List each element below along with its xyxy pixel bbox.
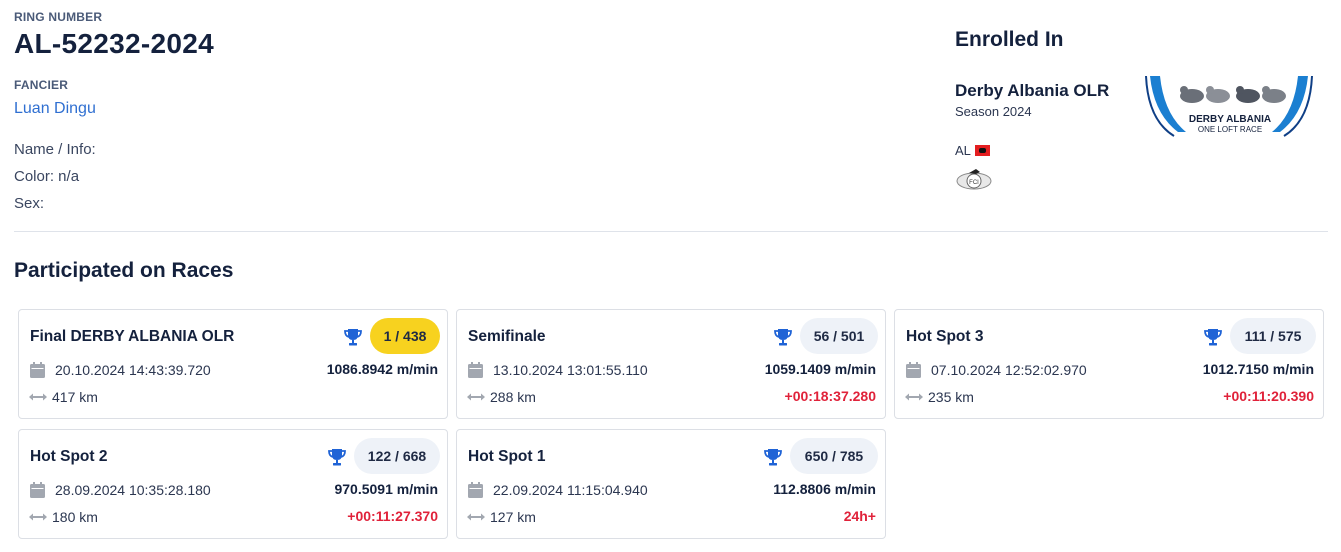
race-date: 07.10.2024 12:52:02.970 [931,362,1087,378]
distance-arrow-icon [467,513,485,521]
race-card[interactable]: Hot Spot 2 122 / 668 28.09.2024 10:35:28.1… [18,429,448,539]
derby-albania-logo[interactable]: DERBY ALBANIA ONE LOFT RACE [1144,74,1314,138]
sex-info: Sex: [14,195,45,212]
trophy-icon [1204,329,1222,346]
competition-name[interactable]: Derby Albania OLR [955,81,1109,101]
country: AL [955,143,990,158]
race-card[interactable]: Final DERBY ALBANIA OLR 1 / 438 20.10.2024… [18,309,448,419]
section-divider [14,231,1328,232]
race-delay: +00:11:20.390 [1223,388,1314,404]
race-card[interactable]: Hot Spot 1 650 / 785 22.09.2024 11:15:04.9… [456,429,886,539]
albania-flag-icon [974,145,990,156]
race-speed: 1059.1409 m/min [764,361,876,377]
derby-logo-sub-text: ONE LOFT RACE [1198,125,1262,134]
race-speed: 1012.7150 m/min [1202,361,1314,377]
ring-number: AL-52232-2024 [14,28,215,59]
race-speed: 970.5091 m/min [334,481,438,497]
distance-arrow-icon [29,513,47,521]
race-name[interactable]: Hot Spot 3 [906,328,984,346]
trophy-icon [774,329,792,346]
distance-arrow-icon [905,393,923,401]
race-distance: 180 km [52,509,98,525]
derby-logo-main-text: DERBY ALBANIA [1189,114,1271,125]
race-rank-badge: 1 / 438 [370,318,440,354]
color-info: Color: n/a [14,168,80,185]
trophy-icon [328,449,346,466]
race-card[interactable]: Hot Spot 3 111 / 575 07.10.2024 12:52:02.9… [894,309,1324,419]
race-delay: +00:18:37.280 [784,388,876,404]
calendar-icon [30,362,45,378]
calendar-icon [30,482,45,498]
calendar-icon [468,482,483,498]
race-name[interactable]: Hot Spot 2 [30,448,108,466]
race-name[interactable]: Hot Spot 1 [468,448,546,466]
race-speed: 112.8806 m/min [773,481,876,497]
fci-logo: FCI [956,169,992,190]
race-name[interactable]: Final DERBY ALBANIA OLR [30,328,234,346]
race-card[interactable]: Semifinale 56 / 501 13.10.2024 13:01:55.11… [456,309,886,419]
race-rank-badge: 650 / 785 [790,438,878,474]
fancier-link[interactable]: Luan Dingu [14,100,96,118]
race-name[interactable]: Semifinale [468,328,546,346]
race-date: 20.10.2024 14:43:39.720 [55,362,211,378]
fancier-label: FANCIER [14,78,69,92]
race-delay: +00:11:27.370 [347,508,438,524]
trophy-icon [764,449,782,466]
calendar-icon [468,362,483,378]
race-date: 13.10.2024 13:01:55.110 [493,362,648,378]
race-distance: 417 km [52,389,98,405]
race-speed: 1086.8942 m/min [326,361,438,377]
country-code: AL [955,143,971,158]
calendar-icon [906,362,921,378]
fci-logo-text: FCI [969,180,979,186]
race-distance: 235 km [928,389,974,405]
race-distance: 127 km [490,509,536,525]
trophy-icon [344,329,362,346]
distance-arrow-icon [29,393,47,401]
race-rank-badge: 122 / 668 [354,438,440,474]
race-date: 28.09.2024 10:35:28.180 [55,482,211,498]
race-date: 22.09.2024 11:15:04.940 [493,482,648,498]
competition-season: Season 2024 [955,104,1032,119]
enrolled-in-title: Enrolled In [955,28,1064,51]
name-info: Name / Info: [14,141,96,158]
race-distance: 288 km [490,389,536,405]
race-rank-badge: 56 / 501 [800,318,878,354]
race-delay: 24h+ [843,508,876,524]
ring-number-label: RING NUMBER [14,10,103,24]
distance-arrow-icon [467,393,485,401]
race-rank-badge: 111 / 575 [1230,318,1316,354]
races-section-title: Participated on Races [14,259,234,282]
